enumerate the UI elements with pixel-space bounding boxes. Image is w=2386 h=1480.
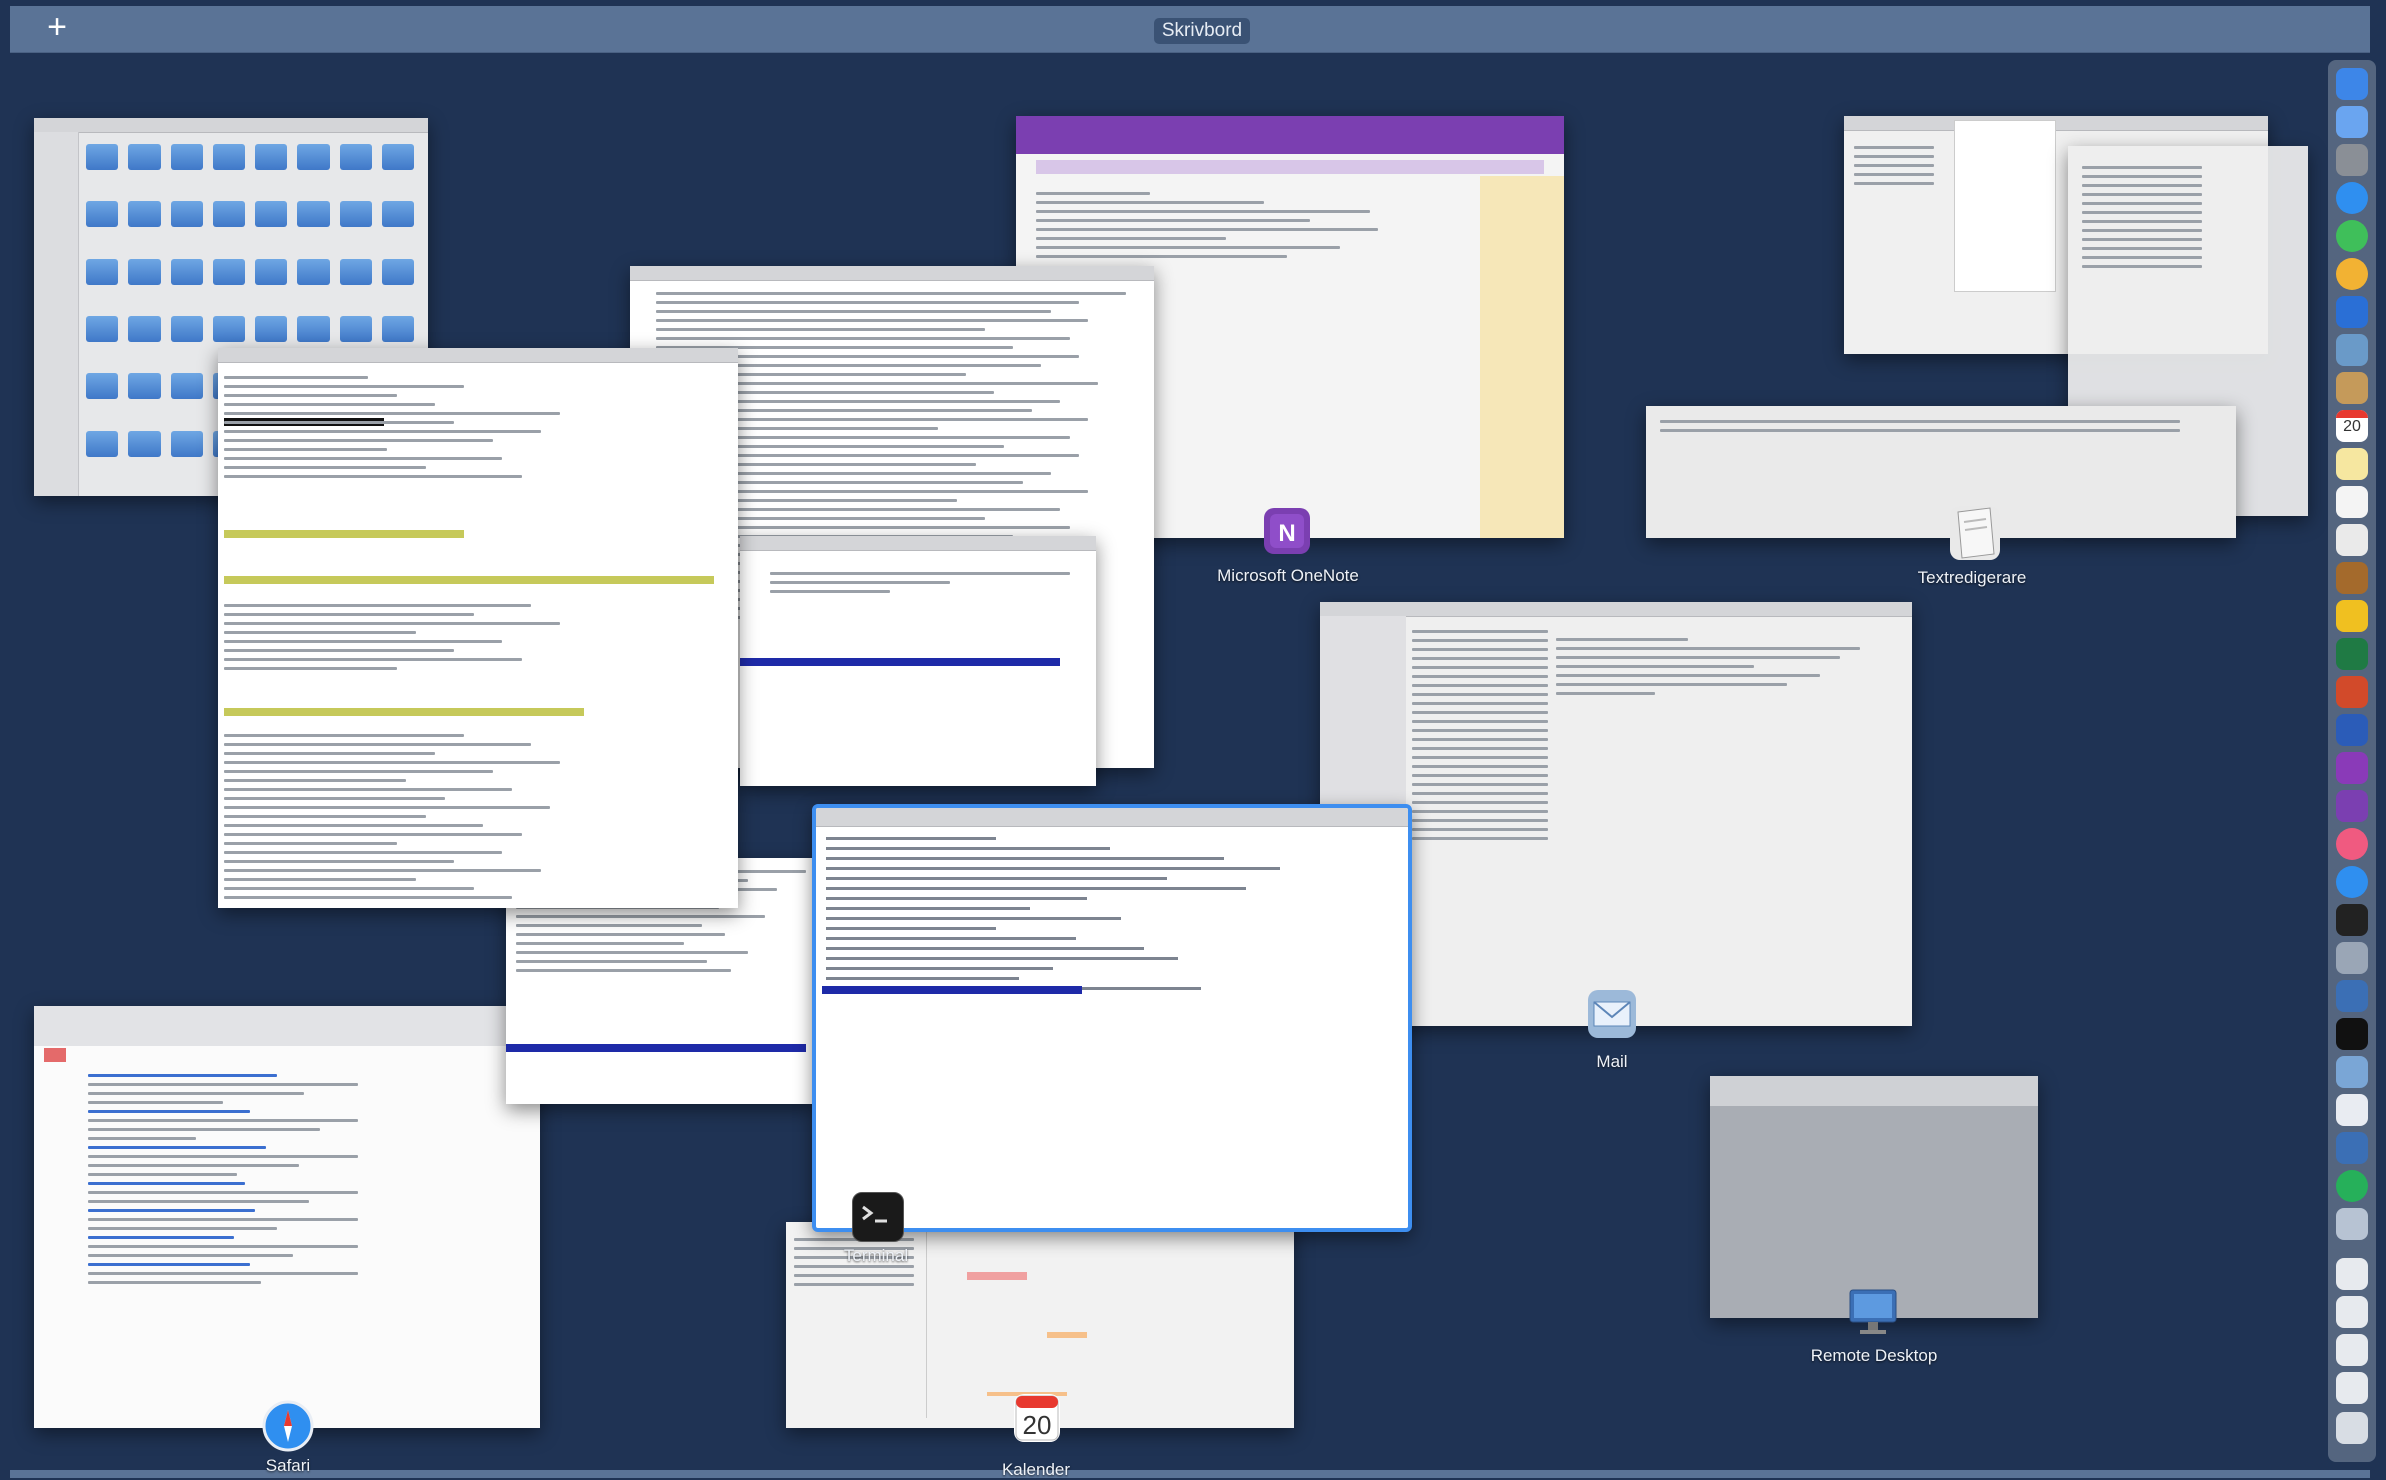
finder-sidebar	[34, 132, 79, 496]
onenote-dock-icon[interactable]	[2336, 752, 2368, 784]
dock-calendar-day: 20	[2343, 418, 2361, 435]
xcode-dock-icon[interactable]	[2336, 942, 2368, 974]
onenote-ribbon	[1016, 116, 1564, 154]
onenote-notebook-dock-icon[interactable]	[2336, 790, 2368, 822]
documents-dock-icon[interactable]	[2336, 1258, 2368, 1290]
textedit-dock-icon[interactable]	[2336, 524, 2368, 556]
mission-control-bar: + Skrivbord	[10, 6, 2370, 53]
archive-dock-icon[interactable]	[2336, 562, 2368, 594]
network-dock-icon[interactable]	[2336, 980, 2368, 1012]
dock: 20	[2328, 60, 2376, 1462]
music-dock-icon[interactable]	[2336, 828, 2368, 860]
trash-dock-icon[interactable]	[2336, 1412, 2368, 1444]
safari-icon[interactable]	[262, 1400, 314, 1452]
desktop-space-label[interactable]: Skrivbord	[1154, 18, 1250, 44]
terminal-window-selected[interactable]	[812, 804, 1412, 1232]
screenshot-dock-icon[interactable]	[2336, 1094, 2368, 1126]
textedit-label: Textredigerare	[1917, 568, 2027, 587]
safari-window[interactable]	[34, 1006, 540, 1428]
stack-dock-icon[interactable]	[2336, 1372, 2368, 1404]
safari-label: Safari	[265, 1456, 311, 1475]
safari-dock-icon[interactable]	[2336, 182, 2368, 214]
calendar-grid	[926, 1232, 1284, 1418]
onenote-page-list	[1480, 176, 1564, 538]
textedit-window-wide[interactable]	[1646, 406, 2236, 538]
terminal-icon[interactable]	[852, 1192, 904, 1242]
word-dock-icon[interactable]	[2336, 714, 2368, 746]
terminal-output	[826, 830, 1394, 997]
add-desktop-button[interactable]: +	[40, 10, 74, 46]
outlook-dock-icon[interactable]	[2336, 296, 2368, 328]
calendar-day-number: 20	[1022, 1410, 1052, 1440]
remote-desktop-window[interactable]	[1710, 1076, 2038, 1318]
spotify-dock-icon[interactable]	[2336, 220, 2368, 252]
terminal-window-sysinfo[interactable]	[218, 348, 738, 908]
mail-message-list	[1412, 624, 1548, 846]
terminal-window-table[interactable]	[740, 536, 1096, 786]
remote-desktop-label: Remote Desktop	[1810, 1346, 1938, 1365]
chrome-dock-icon[interactable]	[2336, 258, 2368, 290]
terminal-dock-icon[interactable]	[2336, 904, 2368, 936]
safari-toolbar	[34, 1006, 540, 1046]
preview-dock-icon[interactable]	[2336, 1056, 2368, 1088]
activity-monitor-dock-icon[interactable]	[2336, 1018, 2368, 1050]
norton-dock-icon[interactable]	[2336, 600, 2368, 632]
finder-dock-icon[interactable]	[2336, 68, 2368, 100]
powerpoint-dock-icon[interactable]	[2336, 676, 2368, 708]
app-store-dock-icon[interactable]	[2336, 866, 2368, 898]
svg-text:N: N	[1278, 520, 1295, 547]
contacts-dock-icon[interactable]	[2336, 372, 2368, 404]
reminders-dock-icon[interactable]	[2336, 486, 2368, 518]
mail-icon[interactable]	[1588, 990, 1636, 1038]
onenote-icon[interactable]: N	[1264, 508, 1310, 554]
calendar-dock-icon[interactable]: 20	[2336, 410, 2368, 442]
downloads-dock-icon[interactable]	[2336, 1208, 2368, 1240]
mail-message-body	[1556, 632, 1886, 701]
facetime-dock-icon[interactable]	[2336, 1170, 2368, 1202]
remote-desktop-icon[interactable]	[1846, 1286, 1900, 1336]
applications-folder-dock-icon[interactable]	[2336, 1296, 2368, 1328]
window-titlebar	[34, 118, 428, 133]
terminal-label: Terminal	[843, 1246, 909, 1265]
terminal-prompt-highlight	[822, 986, 1082, 994]
siri-dock-icon[interactable]	[2336, 106, 2368, 138]
onenote-label: Microsoft OneNote	[1217, 566, 1359, 585]
mail-label: Mail	[1596, 1052, 1628, 1071]
safari-search-results	[88, 1068, 358, 1290]
excel-dock-icon[interactable]	[2336, 638, 2368, 670]
file-dock-icon[interactable]	[2336, 1334, 2368, 1366]
textedit-icon[interactable]	[1950, 506, 2000, 560]
onenote-note-text	[1036, 186, 1416, 264]
photos-dock-icon[interactable]	[2336, 334, 2368, 366]
notes-dock-icon[interactable]	[2336, 448, 2368, 480]
remote-desktop-dock-icon[interactable]	[2336, 1132, 2368, 1164]
launchpad-dock-icon[interactable]	[2336, 144, 2368, 176]
onenote-section-tabs	[1036, 160, 1544, 174]
calendar-label: Kalender	[1001, 1460, 1071, 1479]
